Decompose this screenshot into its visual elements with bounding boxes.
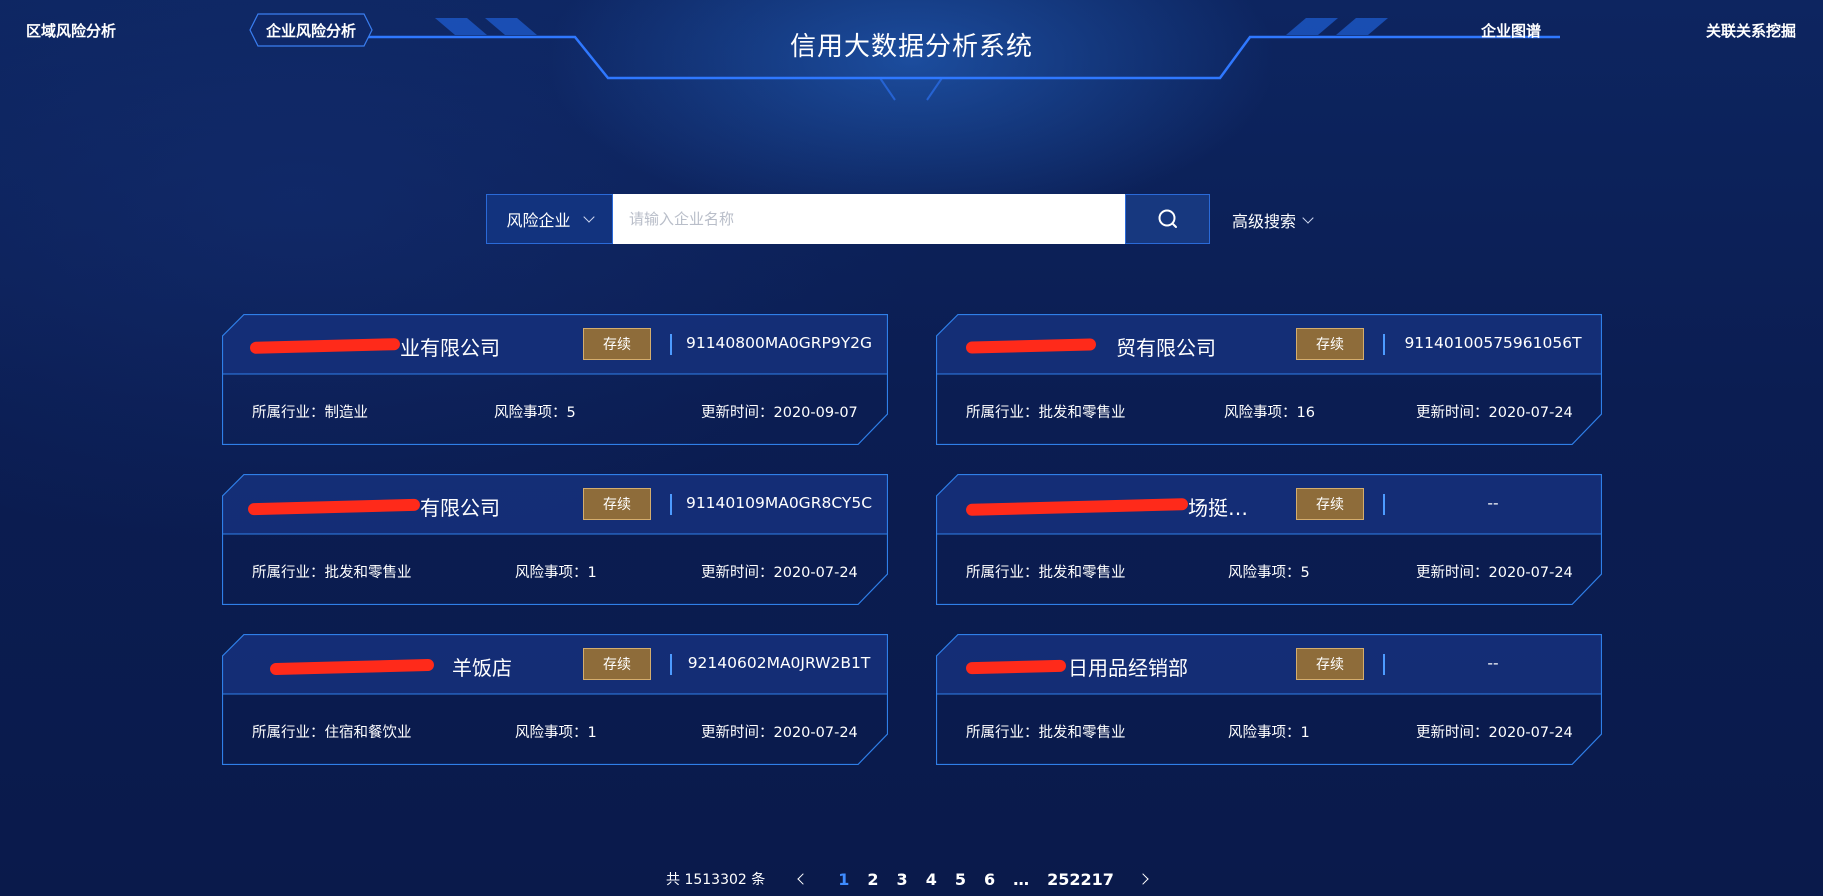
risk-count: 风险事项：1: [1228, 725, 1310, 741]
search-type-label: 风险企业: [506, 211, 571, 230]
credit-code: 91140800MA0GRP9Y2G: [685, 334, 873, 352]
update-time: 更新时间：2020-09-07: [701, 405, 858, 421]
divider: [1383, 334, 1385, 355]
industry: 所属行业：批发和零售业: [252, 565, 412, 581]
divider: [670, 654, 672, 675]
next-page-icon[interactable]: [1137, 873, 1149, 885]
status-badge: 存续: [1296, 648, 1364, 680]
status-badge: 存续: [583, 488, 651, 520]
risk-count: 风险事项：1: [515, 565, 597, 581]
update-time: 更新时间：2020-07-24: [1416, 565, 1573, 581]
nav-item-enterprise-graph[interactable]: 企业图谱: [1481, 20, 1541, 41]
status-badge: 存续: [1296, 488, 1364, 520]
advanced-search-toggle[interactable]: 高级搜索: [1232, 208, 1314, 232]
risk-count: 风险事项：1: [515, 725, 597, 741]
divider: [670, 334, 672, 355]
page-3[interactable]: 3: [897, 870, 908, 889]
pagination: 共 1513302 条 1 2 3 4 5 6 … 252217: [666, 869, 1159, 889]
prev-page-icon[interactable]: [797, 873, 809, 885]
company-card[interactable]: 业有限公司 存续 91140800MA0GRP9Y2G 所属行业：制造业 风险事…: [222, 314, 888, 445]
chevron-down-icon: [1302, 212, 1314, 224]
page-5[interactable]: 5: [955, 870, 966, 889]
credit-code: 92140602MA0JRW2B1T: [687, 654, 871, 672]
update-time: 更新时间：2020-07-24: [701, 725, 858, 741]
page-6[interactable]: 6: [984, 870, 995, 889]
page-title: 信用大数据分析系统: [789, 32, 1033, 62]
industry: 所属行业：住宿和餐饮业: [252, 725, 412, 741]
company-card[interactable]: 场挺美内… 存续 -- 所属行业：批发和零售业 风险事项：5 更新时间：2020…: [936, 474, 1602, 605]
page-last[interactable]: 252217: [1047, 870, 1114, 889]
search-icon: [1158, 209, 1177, 228]
divider: [1383, 654, 1385, 675]
company-card[interactable]: 贸有限公司 存续 91140100575961056T 所属行业：批发和零售业 …: [936, 314, 1602, 445]
nav-item-relation-mining[interactable]: 关联关系挖掘: [1706, 20, 1796, 41]
search-input[interactable]: [613, 194, 1125, 244]
chevron-down-icon: [582, 211, 595, 223]
advanced-search-label: 高级搜索: [1232, 212, 1297, 231]
status-badge: 存续: [583, 328, 651, 360]
company-card[interactable]: 有限公司 存续 91140109MA0GR8CY5C 所属行业：批发和零售业 风…: [222, 474, 888, 605]
update-time: 更新时间：2020-07-24: [701, 565, 858, 581]
credit-code: 91140109MA0GR8CY5C: [685, 494, 873, 512]
search-button[interactable]: [1125, 194, 1210, 244]
risk-count: 风险事项：5: [494, 405, 576, 421]
page-4[interactable]: 4: [926, 870, 937, 889]
credit-code: --: [1487, 654, 1499, 672]
status-badge: 存续: [1296, 328, 1364, 360]
total-count: 共 1513302 条: [666, 872, 766, 888]
risk-count: 风险事项：5: [1228, 565, 1310, 581]
status-badge: 存续: [583, 648, 651, 680]
company-card[interactable]: 羊饭店 存续 92140602MA0JRW2B1T 所属行业：住宿和餐饮业 风险…: [222, 634, 888, 765]
update-time: 更新时间：2020-07-24: [1416, 725, 1573, 741]
divider: [1383, 494, 1385, 515]
page-ellipsis[interactable]: …: [1013, 870, 1029, 889]
risk-count: 风险事项：16: [1224, 405, 1315, 421]
page-2[interactable]: 2: [867, 870, 878, 889]
industry: 所属行业：制造业: [252, 405, 368, 421]
search-bar: 风险企业: [486, 194, 1211, 244]
search-type-select[interactable]: 风险企业: [486, 194, 613, 244]
update-time: 更新时间：2020-07-24: [1416, 405, 1573, 421]
credit-code: 91140100575961056T: [1404, 334, 1582, 352]
industry: 所属行业：批发和零售业: [966, 405, 1126, 421]
industry: 所属行业：批发和零售业: [966, 565, 1126, 581]
page-1[interactable]: 1: [838, 870, 849, 889]
industry: 所属行业：批发和零售业: [966, 725, 1126, 741]
company-card[interactable]: 日用品经销部 存续 -- 所属行业：批发和零售业 风险事项：1 更新时间：202…: [936, 634, 1602, 765]
divider: [670, 494, 672, 515]
credit-code: --: [1487, 494, 1499, 512]
